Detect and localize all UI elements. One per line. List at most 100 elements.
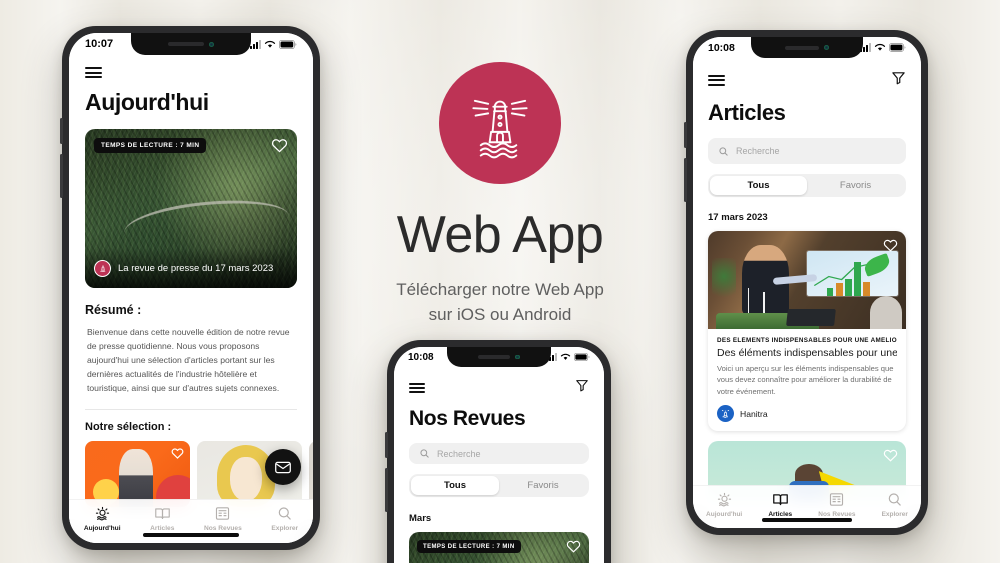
search-placeholder: Recherche <box>736 146 780 156</box>
segmented-control[interactable]: Tous Favoris <box>708 174 906 197</box>
segmented-control[interactable]: Tous Favoris <box>409 474 589 498</box>
wifi-icon <box>560 353 571 361</box>
phone-right: 10:08 Articles Recherche Tous Favoris 17… <box>684 30 928 535</box>
tab-nos-revues[interactable]: Nos Revues <box>204 505 242 532</box>
home-indicator <box>762 518 852 522</box>
battery-icon <box>574 353 590 361</box>
tab-label: Explorer <box>881 511 908 518</box>
battery-icon <box>279 39 297 49</box>
speaker-grille <box>478 355 511 359</box>
phone-left: 10:07 Aujourd'hui TEMPS DE LECTURE: 7 M… <box>60 26 320 550</box>
segment-favoris[interactable]: Favoris <box>807 176 904 195</box>
home-indicator <box>143 533 239 537</box>
hamburger-menu-icon[interactable] <box>85 67 102 78</box>
hero-caption-bar: La revue de presse du 17 mars 2023 <box>85 248 297 288</box>
newspaper-icon <box>216 507 230 520</box>
heart-outline-icon[interactable] <box>271 137 288 158</box>
heart-outline-icon[interactable] <box>883 448 898 467</box>
phone-center: 10:08 Nos Revues Recherche Tous Favoris … <box>385 340 611 563</box>
tab-label: Aujourd'hui <box>706 511 743 518</box>
newspaper-icon <box>830 493 844 506</box>
summary-heading: Résumé : <box>85 303 142 317</box>
heart-outline-icon[interactable] <box>566 539 581 558</box>
book-icon <box>772 494 788 506</box>
search-icon <box>420 449 429 458</box>
search-icon <box>888 493 902 506</box>
tab-articles[interactable]: Articles <box>768 491 792 518</box>
hamburger-menu-icon[interactable] <box>708 74 725 86</box>
search-input[interactable]: Recherche <box>708 138 906 164</box>
phone-center-screen: 10:08 Nos Revues Recherche Tous Favoris … <box>394 347 604 563</box>
article-title: Des éléments indispensables pour une amé… <box>717 347 897 359</box>
phone-right-app: Articles Recherche Tous Favoris 17 mars … <box>693 37 921 528</box>
funnel-filter-icon[interactable] <box>575 378 589 397</box>
selection-card-1[interactable] <box>85 440 190 507</box>
status-icons <box>546 353 590 361</box>
tab-label: Articles <box>768 511 793 518</box>
sun-icon <box>95 506 109 521</box>
tab-aujourdhui[interactable]: Aujourd'hui <box>706 491 742 518</box>
sun-icon <box>717 492 731 507</box>
lighthouse-avatar-icon <box>721 410 730 418</box>
page-title: Nos Revues <box>409 407 526 430</box>
phone-left-screen: 10:07 Aujourd'hui TEMPS DE LECTURE: 7 M… <box>69 33 313 543</box>
status-time: 10:08 <box>408 351 434 363</box>
revue-hero-card[interactable]: TEMPS DE LECTURE : 7 MIN La revue de pre… <box>85 129 297 288</box>
speaker-grille <box>785 45 819 50</box>
segment-favoris[interactable]: Favoris <box>499 476 587 495</box>
article-kicker: DES ÉLÉMENTS INDISPENSABLES POUR UNE AMÉ… <box>717 337 897 344</box>
date-label: 17 mars 2023 <box>708 212 768 223</box>
tab-aujourdhui[interactable]: Aujourd'hui <box>84 505 121 532</box>
segment-tous[interactable]: Tous <box>411 476 499 496</box>
reading-time-badge: TEMPS DE LECTURE : 7 MIN <box>94 138 207 153</box>
page-title: Articles <box>708 100 786 125</box>
plant-decor <box>711 258 736 304</box>
page-title: Aujourd'hui <box>85 89 209 115</box>
status-time: 10:08 <box>708 41 735 54</box>
segment-tous[interactable]: Tous <box>710 176 807 195</box>
tab-explorer[interactable]: Explorer <box>271 505 298 532</box>
notch <box>751 37 863 58</box>
front-camera <box>209 41 214 47</box>
selection-card-3[interactable] <box>309 440 313 507</box>
selection-carousel[interactable] <box>85 440 313 507</box>
tab-label: Nos Revues <box>818 511 856 518</box>
battery-icon <box>889 43 906 52</box>
cellular-icon <box>250 39 261 49</box>
wind-turbine <box>763 291 765 316</box>
search-input[interactable]: Recherche <box>409 443 589 465</box>
author-avatar <box>717 405 734 423</box>
summary-text: Bienvenue dans cette nouvelle édition de… <box>87 327 290 393</box>
status-icons <box>250 39 297 49</box>
article-description: Voici un aperçu sur les éléments indispe… <box>717 364 894 396</box>
revue-card[interactable]: TEMPS DE LECTURE : 7 MIN <box>409 532 589 563</box>
selection-thumb-face <box>230 456 262 501</box>
funnel-filter-icon[interactable] <box>891 70 906 90</box>
app-logo <box>439 62 561 184</box>
front-camera <box>515 354 520 360</box>
app-header <box>85 67 297 78</box>
book-icon <box>154 508 170 520</box>
article-card[interactable]: DES ÉLÉMENTS INDISPENSABLES POUR UNE AMÉ… <box>708 231 906 432</box>
mail-icon <box>275 461 291 473</box>
hamburger-menu-icon[interactable] <box>409 382 425 393</box>
phone-right-screen: 10:08 Articles Recherche Tous Favoris 17… <box>693 37 921 528</box>
laptop <box>786 309 836 327</box>
speaker-grille <box>168 42 204 46</box>
tab-explorer[interactable]: Explorer <box>882 491 908 518</box>
heart-outline-icon[interactable] <box>171 446 184 464</box>
heart-outline-icon[interactable] <box>883 238 898 257</box>
search-placeholder: Recherche <box>437 448 481 459</box>
tab-articles[interactable]: Articles <box>150 505 174 532</box>
phone-center-app: Nos Revues Recherche Tous Favoris Mars T… <box>394 347 604 563</box>
divider <box>85 408 297 410</box>
mail-fab-button[interactable] <box>265 449 301 485</box>
tab-label: Explorer <box>271 525 299 532</box>
status-icons <box>860 43 906 52</box>
app-header <box>708 70 906 90</box>
hero-caption: La revue de presse du 17 mars 2023 <box>118 262 274 274</box>
tab-label: Articles <box>150 525 175 532</box>
status-time: 10:07 <box>85 38 114 50</box>
tab-nos-revues[interactable]: Nos Revues <box>818 491 855 518</box>
lighthouse-avatar-icon <box>94 259 111 277</box>
